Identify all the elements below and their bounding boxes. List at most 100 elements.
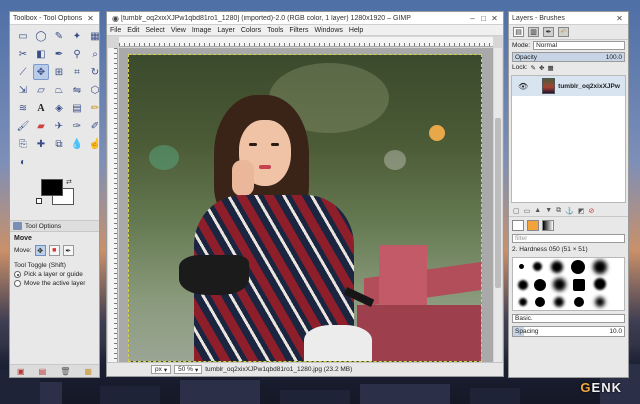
bucket-fill-icon[interactable]: ◈ [51,100,67,116]
scale-icon[interactable]: ⇲ [15,82,31,98]
layer-name[interactable]: tumblr_oq2xixXJPw [558,83,620,90]
swap-colors-icon[interactable]: ⇄ [66,178,72,186]
lock-position-icon[interactable]: ✥ [539,64,544,72]
blur-icon[interactable]: 💧 [69,136,85,152]
free-select-icon[interactable]: ✎ [51,28,67,44]
clone-icon[interactable]: ⎘ [15,136,31,152]
ellipse-select-icon[interactable]: ◯ [33,28,49,44]
menu-help[interactable]: Help [349,27,363,34]
menu-layer[interactable]: Layer [217,27,235,34]
tab-patterns-icon[interactable] [527,219,539,231]
layers-title-bar[interactable]: Layers - Brushes ✕ [509,12,628,25]
new-layer-icon[interactable]: ▢ [513,207,520,215]
heal-icon[interactable]: ✚ [33,136,49,152]
brush-grid[interactable] [512,257,625,311]
paths-icon[interactable]: ✒ [51,46,67,62]
airbrush-icon[interactable]: ✈ [51,118,67,134]
zoom-select[interactable]: 50 % ▾ [174,365,203,374]
menu-colors[interactable]: Colors [241,27,261,34]
menu-edit[interactable]: Edit [127,27,139,34]
maximize-icon[interactable]: □ [478,14,489,23]
tool-options-tab-icon[interactable] [13,222,22,230]
warp-icon[interactable]: ≋ [15,100,31,116]
measure-icon[interactable]: ⟋ [15,64,31,80]
smudge-icon[interactable]: ☝ [87,136,99,152]
color-picker-icon[interactable]: ⚲ [69,46,85,62]
save-options-icon[interactable]: ▣ [17,367,25,376]
color-select-icon[interactable]: ▦ [87,28,99,44]
brush-tag-select[interactable]: Basic. [512,314,625,323]
minimize-icon[interactable]: – [467,14,478,23]
mypaint-brush-icon[interactable]: ✐ [87,118,99,134]
delete-layer-icon[interactable]: ⊘ [588,207,594,215]
menu-select[interactable]: Select [145,27,164,34]
mode-select[interactable]: Normal [533,41,625,50]
horizontal-ruler[interactable] [119,37,493,47]
move-path-mode-icon[interactable]: ✒ [62,245,74,256]
vertical-scrollbar[interactable] [494,48,502,362]
duplicate-layer-icon[interactable]: ⧉ [556,207,561,215]
opacity-slider[interactable]: Opacity 100.0 [512,51,625,62]
vertical-scrollbar-thumb[interactable] [495,118,501,288]
spacing-slider[interactable]: Spacing 10.0 [512,326,625,337]
eye-icon[interactable]: 👁 [518,82,528,91]
tab-layers-icon[interactable]: ▤ [513,27,524,37]
reset-colors-icon[interactable] [36,198,42,204]
blend-icon[interactable]: ▤ [69,100,85,116]
perspective-clone-icon[interactable]: ⧉ [51,136,67,152]
tab-gradients-icon[interactable] [542,219,554,231]
tab-paths-icon[interactable]: ✒ [543,27,554,37]
scissors-icon[interactable]: ✂ [15,46,31,62]
move-icon[interactable]: ✥ [33,64,49,80]
menu-image[interactable]: Image [192,27,211,34]
align-icon[interactable]: ⊞ [51,64,67,80]
dodge-burn-icon[interactable]: ◐ [15,154,31,170]
tab-tool-options[interactable]: Tool Options [25,223,61,230]
close-icon[interactable]: ✕ [614,14,625,23]
crop-icon[interactable]: ⌗ [69,64,85,80]
foreground-color-swatch[interactable] [41,179,63,196]
close-icon[interactable]: ✕ [489,14,500,23]
tab-undo-icon[interactable]: ↶ [558,27,569,37]
option-pick-layer[interactable]: Pick a layer or guide [10,270,99,279]
menu-windows[interactable]: Windows [314,27,342,34]
lock-pixels-icon[interactable]: ✎ [531,64,536,72]
cage-icon[interactable]: ⬡ [87,82,99,98]
layer-row[interactable]: 👁 tumblr_oq2xixXJPw [512,76,625,96]
option-move-active-layer[interactable]: Move the active layer [10,279,99,288]
zoom-icon[interactable]: ⌕ [87,46,99,62]
restore-options-icon[interactable]: ▤ [39,367,47,376]
lower-layer-icon[interactable]: ▼ [545,207,552,214]
text-icon[interactable]: A [33,100,49,116]
menu-file[interactable]: File [110,27,121,34]
new-group-icon[interactable]: ▭ [524,207,531,215]
reset-options-icon[interactable]: ▦ [84,367,92,376]
rotate-icon[interactable]: ↻ [87,64,99,80]
close-icon[interactable]: ✕ [85,14,96,23]
ink-icon[interactable]: ✑ [69,118,85,134]
lock-alpha-icon[interactable]: ▦ [547,64,553,72]
unit-select[interactable]: px ▾ [151,365,172,374]
eraser-icon[interactable]: ▰ [33,118,49,134]
vertical-ruler[interactable] [108,48,118,362]
move-layer-mode-icon[interactable]: ✥ [34,245,46,256]
menu-filters[interactable]: Filters [289,27,308,34]
perspective-icon[interactable]: ⏢ [51,82,67,98]
image-canvas[interactable] [128,54,482,362]
raise-layer-icon[interactable]: ▲ [534,207,541,214]
delete-options-icon[interactable]: 🗑 [60,367,70,376]
menu-view[interactable]: View [171,27,186,34]
toolbox-title-bar[interactable]: Toolbox - Tool Options ✕ [10,12,99,25]
menu-tools[interactable]: Tools [267,27,283,34]
canvas-area[interactable] [119,48,493,362]
flip-icon[interactable]: ⇋ [69,82,85,98]
anchor-layer-icon[interactable]: ⚓ [565,207,574,215]
tab-brushes-icon[interactable] [512,219,524,231]
mask-icon[interactable]: ◩ [578,207,585,215]
brush-filter-input[interactable]: filter [512,234,625,243]
rect-select-icon[interactable]: ▭ [15,28,31,44]
shear-icon[interactable]: ▱ [33,82,49,98]
move-selection-mode-icon[interactable]: ■ [48,245,60,256]
radio-pick-layer[interactable] [14,271,21,278]
tab-channels-icon[interactable]: ▥ [528,27,539,37]
